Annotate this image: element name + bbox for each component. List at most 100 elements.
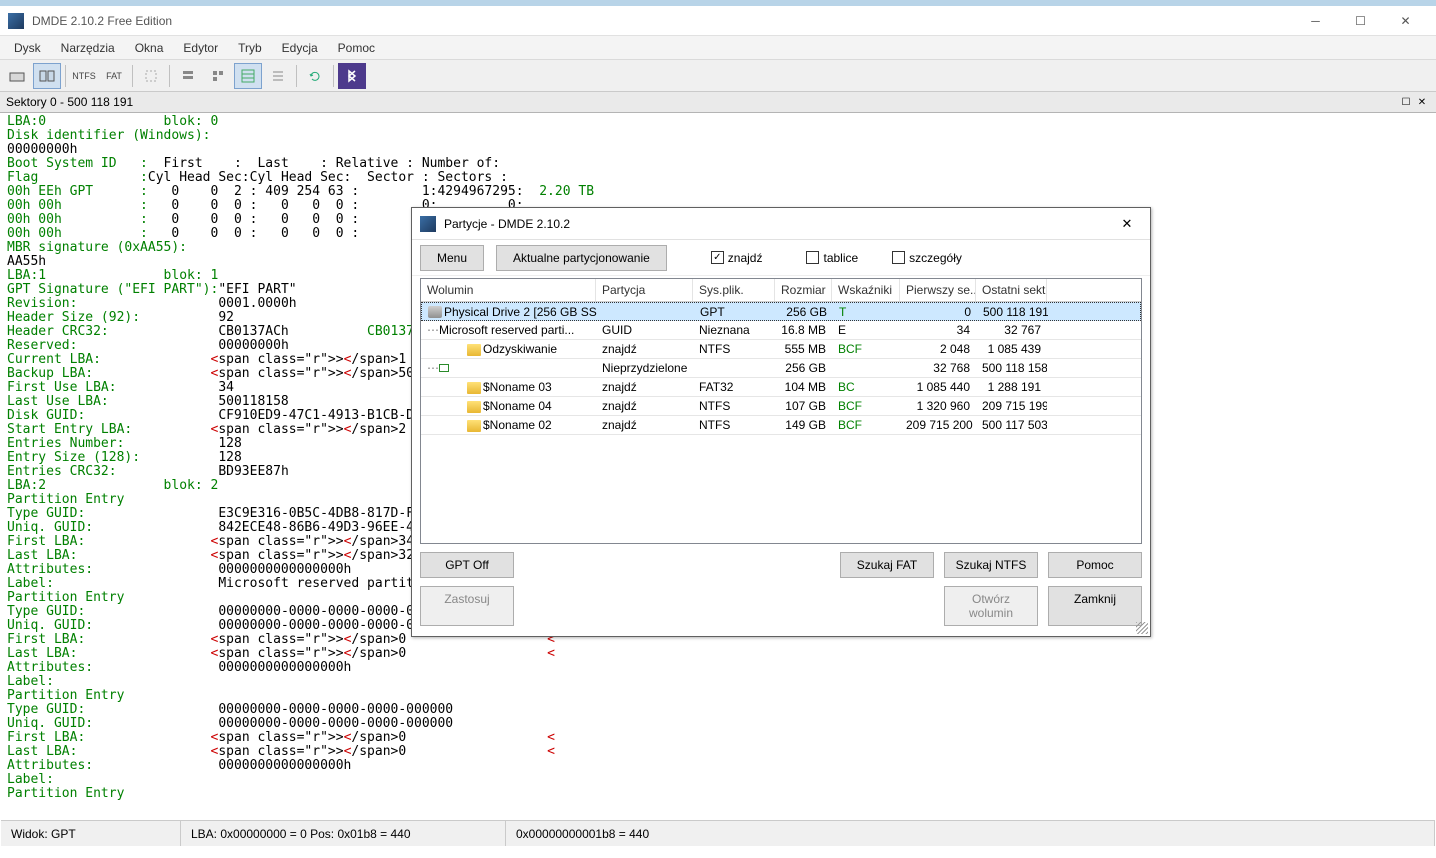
cell-partition: znajdź xyxy=(596,418,693,432)
cell-last-sector: 500 118 158 xyxy=(976,361,1047,375)
cell-first-sector: 34 xyxy=(900,323,976,337)
col-filesystem[interactable]: Sys.plik. xyxy=(693,279,775,301)
menu-editor[interactable]: Edytor xyxy=(173,38,228,58)
checkbox-tables[interactable]: tablice xyxy=(806,251,858,265)
pathbar-close-icon[interactable]: ✕ xyxy=(1414,94,1430,110)
menu-bar: Dysk Narzędzia Okna Edytor Tryb Edycja P… xyxy=(0,36,1436,60)
cell-size: 149 GB xyxy=(775,418,832,432)
table-row[interactable]: $Noname 02znajdźNTFS149 GBBCF209 715 200… xyxy=(421,416,1141,435)
table-row[interactable]: ⋯ Microsoft reserved parti...GUIDNieznan… xyxy=(421,321,1141,340)
help-button[interactable]: Pomoc xyxy=(1048,552,1142,578)
partitions-dialog: Partycje - DMDE 2.10.2 ✕ Menu Aktualne p… xyxy=(411,207,1151,637)
cell-volume: Odzyskiwanie xyxy=(483,342,557,356)
cell-first-sector: 1 320 960 xyxy=(900,399,976,413)
dialog-menu-button[interactable]: Menu xyxy=(420,245,484,271)
tb-view1-icon[interactable] xyxy=(174,63,202,89)
dialog-app-icon xyxy=(420,216,436,232)
table-row[interactable]: Odzyskiwanie znajdźNTFS555 MBBCF2 0481 08… xyxy=(421,340,1141,359)
table-row[interactable]: $Noname 03znajdźFAT32104 MBBC1 085 4401 … xyxy=(421,378,1141,397)
cell-filesystem: NTFS xyxy=(693,399,775,413)
tb-view3-icon[interactable] xyxy=(234,63,262,89)
table-row[interactable]: Physical Drive 2 [256 GB SS... GPT256 GBT… xyxy=(421,302,1141,321)
cell-indicators: T xyxy=(833,305,901,319)
cell-filesystem: FAT32 xyxy=(693,380,775,394)
tb-view4-icon[interactable] xyxy=(264,63,292,89)
resize-grip-icon[interactable] xyxy=(1136,622,1148,634)
unalloc-icon xyxy=(439,364,449,372)
cell-size: 256 GB xyxy=(776,305,833,319)
cell-size: 555 MB xyxy=(775,342,832,356)
menu-edit[interactable]: Edycja xyxy=(272,38,328,58)
tb-open-disk-icon[interactable] xyxy=(3,63,31,89)
tb-partitions-icon[interactable] xyxy=(33,63,61,89)
cell-last-sector: 209 715 199 xyxy=(976,399,1047,413)
cell-filesystem: NTFS xyxy=(693,342,775,356)
menu-help[interactable]: Pomoc xyxy=(328,38,385,58)
gpt-off-button[interactable]: GPT Off xyxy=(420,552,514,578)
table-row[interactable]: ⋯ Nieprzydzielone256 GB32 768500 118 158 xyxy=(421,359,1141,378)
table-header: Wolumin Partycja Sys.plik. Rozmiar Wskaź… xyxy=(421,279,1141,302)
cell-last-sector: 1 085 439 xyxy=(976,342,1047,356)
table-row[interactable]: $Noname 04znajdźNTFS107 GBBCF1 320 96020… xyxy=(421,397,1141,416)
menu-mode[interactable]: Tryb xyxy=(228,38,272,58)
cell-volume: $Noname 03 xyxy=(483,380,552,394)
cell-first-sector: 0 xyxy=(901,305,977,319)
close-button-dialog[interactable]: Zamknij xyxy=(1048,586,1142,626)
tb-refresh-icon[interactable] xyxy=(301,63,329,89)
window-title: DMDE 2.10.2 Free Edition xyxy=(32,14,1293,28)
close-button[interactable]: ✕ xyxy=(1383,6,1428,36)
status-bar: Widok: GPT LBA: 0x00000000 = 0 Pos: 0x01… xyxy=(1,820,1435,846)
cell-filesystem: NTFS xyxy=(693,418,775,432)
dialog-current-button[interactable]: Aktualne partycjonowanie xyxy=(496,245,667,271)
checkbox-details[interactable]: szczegóły xyxy=(892,251,962,265)
tb-logo-icon[interactable] xyxy=(338,63,366,89)
cell-last-sector: 500 117 503 xyxy=(976,418,1047,432)
folder-icon xyxy=(467,420,481,432)
tb-view2-icon[interactable] xyxy=(204,63,232,89)
disk-icon xyxy=(428,306,442,318)
cell-volume: $Noname 04 xyxy=(483,399,552,413)
tb-recover-icon[interactable] xyxy=(137,63,165,89)
status-pos: 0x00000000001b8 = 440 xyxy=(506,821,1435,846)
cell-partition: znajdź xyxy=(596,380,693,394)
tb-fat-icon[interactable]: FAT xyxy=(100,63,128,89)
tb-ntfs-icon[interactable]: NTFS xyxy=(70,63,98,89)
menu-windows[interactable]: Okna xyxy=(125,38,174,58)
menu-disk[interactable]: Dysk xyxy=(4,38,51,58)
col-first-sector[interactable]: Pierwszy se... xyxy=(900,279,976,301)
find-fat-button[interactable]: Szukaj FAT xyxy=(840,552,934,578)
col-indicators[interactable]: Wskaźniki xyxy=(832,279,900,301)
cell-filesystem: Nieznana xyxy=(693,323,775,337)
dialog-title: Partycje - DMDE 2.10.2 xyxy=(444,217,1112,231)
minimize-button[interactable]: ─ xyxy=(1293,6,1338,36)
pathbar-maximize-icon[interactable]: ☐ xyxy=(1398,94,1414,110)
cell-filesystem: GPT xyxy=(694,305,776,319)
sector-range: Sektory 0 - 500 118 191 xyxy=(6,95,1398,109)
cell-volume: Physical Drive 2 [256 GB SS... xyxy=(444,305,597,319)
cell-last-sector: 32 767 xyxy=(976,323,1047,337)
cell-partition: GUID xyxy=(596,323,693,337)
cell-volume: Microsoft reserved parti... xyxy=(439,323,574,337)
col-partition[interactable]: Partycja xyxy=(596,279,693,301)
menu-tools[interactable]: Narzędzia xyxy=(51,38,125,58)
cell-first-sector: 1 085 440 xyxy=(900,380,976,394)
col-size[interactable]: Rozmiar xyxy=(775,279,832,301)
dialog-close-icon[interactable]: ✕ xyxy=(1112,213,1142,235)
cell-first-sector: 2 048 xyxy=(900,342,976,356)
folder-icon xyxy=(467,401,481,413)
apply-button[interactable]: Zastosuj xyxy=(420,586,514,626)
cell-indicators: BCF xyxy=(832,342,900,356)
cell-first-sector: 32 768 xyxy=(900,361,976,375)
checkbox-find[interactable]: ✓znajdź xyxy=(711,251,763,265)
cell-partition: znajdź xyxy=(596,342,693,356)
status-lba: LBA: 0x00000000 = 0 Pos: 0x01b8 = 440 xyxy=(181,821,506,846)
cell-size: 16.8 MB xyxy=(775,323,832,337)
cell-indicators: BCF xyxy=(832,418,900,432)
col-last-sector[interactable]: Ostatni sekt... xyxy=(976,279,1047,301)
cell-partition: znajdź xyxy=(596,399,693,413)
col-volume[interactable]: Wolumin xyxy=(421,279,596,301)
status-view: Widok: GPT xyxy=(1,821,181,846)
find-ntfs-button[interactable]: Szukaj NTFS xyxy=(944,552,1038,578)
open-volume-button[interactable]: Otwórz wolumin xyxy=(944,586,1038,626)
maximize-button[interactable]: ☐ xyxy=(1338,6,1383,36)
